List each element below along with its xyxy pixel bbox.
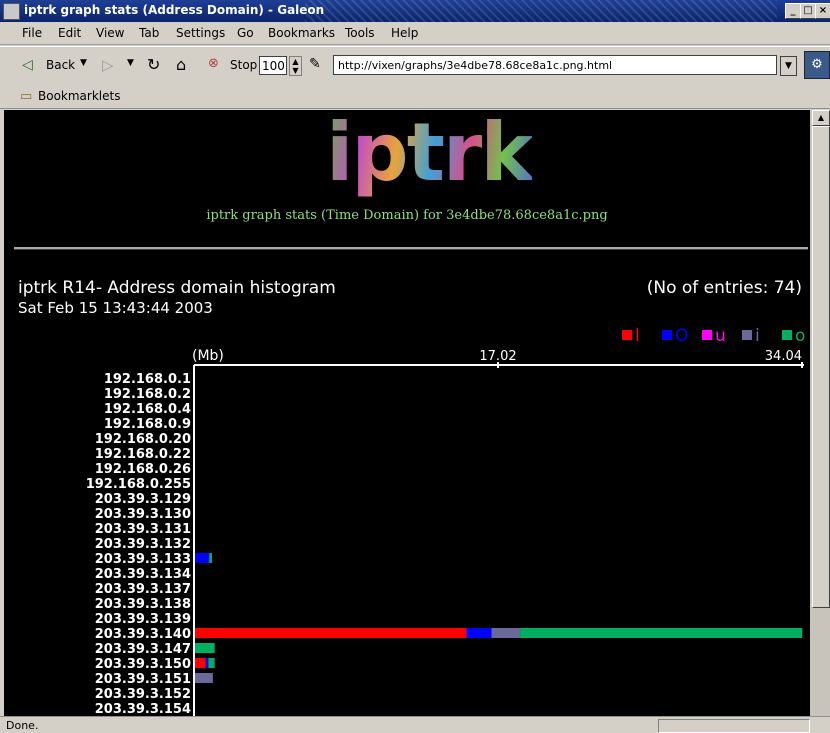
menu-file[interactable]: File	[22, 26, 42, 40]
titlebar-pattern	[305, 0, 777, 22]
legend-label-o: o	[795, 326, 805, 346]
menu-go[interactable]: Go	[237, 26, 254, 40]
galeon-throbber-icon: ⚙	[804, 51, 830, 79]
histogram-chart: l Ou i o(Mb) 17.02 34.04192.168.0.1192.168.0.…	[86, 326, 805, 716]
address-label: 203.39.3.137	[95, 582, 191, 597]
legend-label-l: l	[635, 326, 640, 346]
address-label: 203.39.3.134	[95, 567, 191, 582]
bar-segment-o	[209, 553, 212, 563]
bar-segment-i	[195, 673, 213, 683]
address-label: 203.39.3.131	[95, 522, 191, 537]
menu-tab[interactable]: Tab	[139, 26, 159, 40]
address-label: 203.39.3.130	[95, 507, 191, 522]
bookmarklets-folder[interactable]: Bookmarklets	[38, 89, 120, 103]
menubar: File Edit View Tab Settings Go Bookmarks…	[0, 22, 830, 45]
address-label: 203.39.3.133	[95, 552, 191, 567]
address-label: 192.168.0.255	[86, 477, 191, 492]
address-label: 203.39.3.139	[95, 612, 191, 627]
address-label: 192.168.0.1	[104, 372, 191, 387]
legend-label-i: i	[755, 326, 760, 346]
back-button[interactable]: Back	[46, 58, 75, 72]
page-info-icon[interactable]: ✎	[309, 56, 321, 72]
address-label: 192.168.0.26	[95, 462, 191, 477]
zoom-input[interactable]: 100	[259, 56, 287, 75]
menu-bookmarks[interactable]: Bookmarks	[268, 26, 335, 40]
folder-icon: ▭	[20, 89, 33, 104]
scroll-thumb[interactable]	[812, 126, 830, 608]
address-label: 203.39.3.132	[95, 537, 191, 552]
x-tick-label: 34.04	[765, 349, 802, 364]
address-label: 203.39.3.150	[95, 657, 191, 672]
address-label: 192.168.0.9	[104, 417, 191, 432]
app-icon[interactable]	[3, 3, 20, 20]
address-label: 192.168.0.4	[104, 402, 191, 417]
forward-menu-chevron-icon[interactable]: ▼	[127, 58, 134, 68]
menu-help[interactable]: Help	[391, 26, 418, 40]
bar-segment-o	[208, 658, 215, 668]
address-label: 192.168.0.2	[104, 387, 191, 402]
home-icon[interactable]: ⌂	[176, 55, 186, 74]
bar-segment-l	[195, 658, 206, 668]
menu-edit[interactable]: Edit	[58, 26, 81, 40]
stop-icon[interactable]: ⊗	[208, 56, 219, 71]
close-icon[interactable]: ×	[815, 3, 830, 19]
minimize-icon[interactable]: _	[785, 3, 801, 19]
menu-view[interactable]: View	[96, 26, 124, 40]
bar-segment-o	[195, 643, 215, 653]
stop-button[interactable]: Stop	[230, 58, 257, 72]
x-tick-label: 17.02	[479, 349, 516, 364]
address-label: 203.39.3.129	[95, 492, 191, 507]
address-label: 203.39.3.147	[95, 642, 191, 657]
address-label: 203.39.3.138	[95, 597, 191, 612]
url-input[interactable]: http://vixen/graphs/3e4dbe78.68ce8a1c.pn…	[333, 55, 777, 75]
window-titlebar: iptrk graph stats (Address Domain) - Gal…	[0, 0, 830, 22]
back-menu-chevron-icon[interactable]: ▼	[80, 58, 87, 68]
bar-segment-i	[491, 628, 521, 638]
maximize-icon[interactable]: □	[800, 3, 816, 19]
reload-icon[interactable]: ↻	[147, 55, 160, 74]
address-label: 203.39.3.154	[95, 702, 191, 716]
status-text: Done.	[6, 719, 39, 732]
vertical-scrollbar[interactable]: ▲	[810, 110, 830, 716]
address-label: 203.39.3.152	[95, 687, 191, 702]
legend-swatch-o	[782, 330, 792, 340]
bar-segment-l	[195, 628, 467, 638]
forward-arrow-icon[interactable]: ▷	[102, 56, 114, 74]
bar-segment-O	[195, 553, 210, 563]
bar-segment-O	[205, 658, 209, 668]
axis-unit-label: (Mb)	[192, 348, 224, 364]
legend-label-u: u	[715, 326, 726, 346]
menu-tools[interactable]: Tools	[345, 26, 375, 40]
address-label: 203.39.3.140	[95, 627, 191, 642]
progress-bar	[658, 719, 810, 733]
legend-swatch-i	[742, 330, 752, 340]
url-dropdown-icon[interactable]: ▼	[780, 56, 797, 76]
bookmarks-toolbar: ▭ Bookmarklets	[0, 85, 830, 109]
legend-swatch-l	[622, 330, 632, 340]
legend-swatch-O	[662, 330, 672, 340]
legend-label-O: O	[675, 326, 688, 346]
status-bar: Done.	[0, 716, 830, 733]
legend-swatch-u	[702, 330, 712, 340]
window-title: iptrk graph stats (Address Domain) - Gal…	[24, 3, 325, 17]
page-content: iptrk iptrk graph stats (Time Domain) fo…	[4, 110, 810, 716]
bar-segment-o	[520, 628, 803, 638]
navigation-toolbar: ◁ Back ▼ ▷ ▼ ↻ ⌂ ⊗ Stop 100 ▲ ▼ ✎ http://…	[0, 46, 830, 86]
address-label: 192.168.0.22	[95, 447, 191, 462]
back-arrow-icon[interactable]: ◁	[22, 57, 33, 73]
address-label: 192.168.0.20	[95, 432, 191, 447]
bar-segment-O	[466, 628, 492, 638]
scroll-up-icon[interactable]: ▲	[812, 110, 830, 126]
menu-settings[interactable]: Settings	[176, 26, 225, 40]
zoom-stepper-icon[interactable]: ▲ ▼	[289, 56, 302, 76]
address-label: 203.39.3.151	[95, 672, 191, 687]
